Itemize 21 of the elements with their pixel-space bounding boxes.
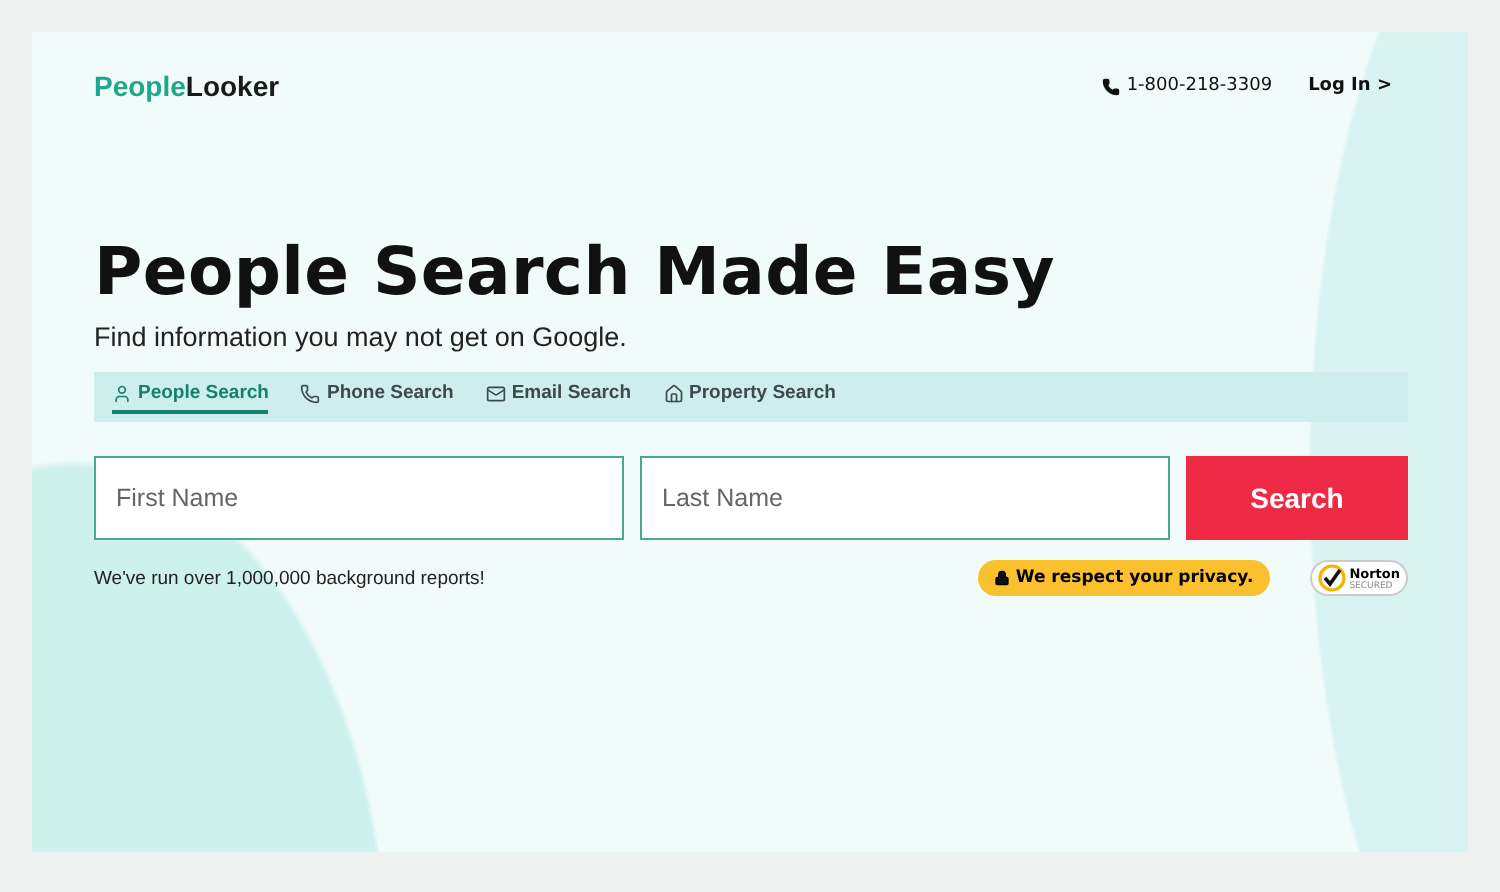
phone-icon (300, 383, 321, 403)
search-button[interactable]: Search (1186, 456, 1408, 540)
reports-text: We've run over 1,000,000 background reports! (94, 567, 487, 589)
search-tab[interactable]: Property Search (663, 380, 836, 414)
name-input-field[interactable]: First Name (94, 456, 624, 540)
lock-icon (993, 570, 1010, 586)
house-icon (663, 383, 684, 403)
login-link[interactable]: Log In > (1308, 76, 1392, 96)
search-tab[interactable]: Phone Search (300, 380, 454, 414)
search-tab[interactable]: Email Search (485, 380, 632, 414)
search-tab[interactable]: People Search (112, 380, 269, 414)
name-input-field[interactable]: Last Name (640, 456, 1170, 540)
checkmark-icon (1317, 564, 1346, 592)
phone-link[interactable]: 1-800-218-3309 (1102, 76, 1273, 96)
privacy-badge: We respect your privacy. (977, 560, 1270, 596)
envelope-icon (485, 383, 506, 403)
person-icon (112, 383, 132, 403)
phone-icon (1102, 77, 1121, 95)
logo[interactable]: PeopleLooker (94, 70, 280, 102)
hero-subtitle: Find information you may not get on Google. (94, 322, 629, 352)
hero-title: People Search Made Easy (94, 232, 1057, 310)
